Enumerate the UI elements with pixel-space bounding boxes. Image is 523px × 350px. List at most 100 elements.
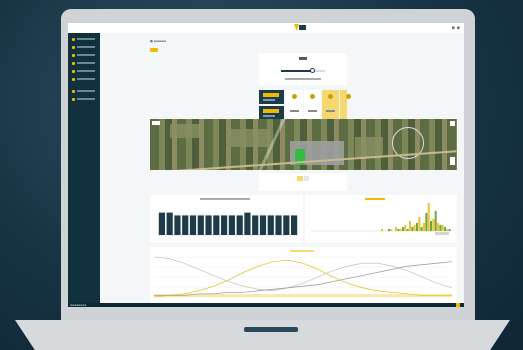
bar [399, 229, 402, 231]
laptop-base [15, 320, 510, 350]
bar-chart [158, 212, 298, 236]
slider-handle[interactable] [309, 68, 315, 73]
bar [182, 215, 189, 235]
widget-tab[interactable] [297, 176, 303, 181]
series-line [153, 256, 453, 292]
bar [404, 225, 407, 231]
bar [275, 215, 282, 235]
sidebar-item-chart[interactable] [72, 61, 95, 65]
baseline-band [154, 294, 452, 297]
sidebar-item-device[interactable] [72, 69, 95, 73]
map-zoom-button[interactable] [450, 157, 455, 165]
sidebar-item-weather[interactable] [72, 77, 95, 81]
bar [228, 215, 235, 235]
bar [267, 215, 274, 235]
bar [291, 215, 298, 235]
map-layer-button[interactable] [152, 121, 160, 125]
control-card [259, 53, 347, 85]
sidebar-item-user[interactable] [72, 97, 95, 101]
slider-fill [281, 70, 312, 72]
bar-chart-panel [150, 195, 303, 243]
control-caption [285, 78, 321, 80]
stat-secondary[interactable] [259, 106, 284, 120]
thermometer-icon [292, 94, 297, 99]
top-bar-actions[interactable]: ▪ ▪ [452, 25, 460, 31]
chart-icon [72, 61, 75, 65]
bar [437, 223, 440, 231]
bar [423, 223, 426, 231]
device-icon [72, 69, 75, 73]
bar [416, 223, 419, 231]
bar [213, 215, 220, 235]
rain-icon [328, 94, 333, 99]
control-title [299, 57, 307, 60]
sidebar-item-map[interactable] [72, 53, 95, 57]
map-icon [72, 53, 75, 57]
bar [236, 215, 243, 235]
main-content: ■ ▪▪▪▪▪▪ [100, 33, 464, 303]
bar [283, 215, 290, 235]
status-bar: ▪▪▪▪▪▪▪▪ [68, 303, 464, 307]
bar [381, 229, 384, 231]
vm-logo-icon[interactable] [294, 24, 306, 31]
bar [244, 212, 251, 235]
sidebar-item-home[interactable] [72, 37, 95, 41]
bar [413, 225, 416, 231]
bar [166, 212, 173, 235]
status-badge[interactable] [150, 48, 158, 52]
bar [197, 215, 204, 235]
sidebar-item-folder[interactable] [72, 45, 95, 49]
app-screen: ▪ ▪ ■ ▪▪▪▪▪▪ ▪▪▪▪▪▪▪▪ [68, 23, 464, 307]
bar [259, 215, 267, 235]
bar [252, 215, 259, 235]
stat-card[interactable] [340, 90, 351, 120]
line-chart-panel [150, 247, 457, 303]
bar [420, 227, 423, 231]
satellite-map[interactable] [150, 119, 457, 170]
bar [444, 227, 447, 231]
bar [402, 227, 405, 231]
bar [388, 229, 391, 231]
stat-primary[interactable] [259, 90, 284, 104]
bar [158, 212, 165, 235]
mini-widget [259, 173, 347, 191]
weather-icon [72, 77, 75, 81]
stat-card[interactable] [304, 90, 321, 120]
bar [434, 211, 437, 231]
status-text: ▪▪▪▪▪▪▪▪ [70, 303, 87, 307]
bar [432, 219, 435, 231]
stat-card[interactable] [286, 90, 303, 120]
line-chart [153, 256, 453, 298]
laptop-notch [244, 327, 298, 332]
sidebar [68, 33, 100, 303]
status-indicator [456, 303, 460, 307]
widget-tab[interactable] [304, 176, 309, 181]
user-icon [72, 97, 75, 101]
bar [406, 229, 409, 231]
stats-row [259, 90, 351, 120]
chart-pager[interactable] [435, 232, 449, 235]
wind-icon [310, 94, 315, 99]
grouped-bar-chart-panel [305, 195, 457, 243]
sun-icon [346, 94, 351, 99]
bar [397, 229, 400, 231]
bar [174, 215, 181, 235]
bar [205, 215, 212, 235]
bar [425, 213, 428, 231]
stat-card[interactable] [322, 90, 339, 120]
bar [439, 225, 442, 231]
bar [418, 217, 421, 231]
sidebar-item-settings[interactable] [72, 89, 95, 93]
bar [189, 215, 197, 235]
breadcrumb: ■ ▪▪▪▪▪▪ [150, 39, 166, 43]
bar [446, 229, 449, 231]
bar [221, 215, 228, 235]
home-icon [72, 37, 75, 41]
folder-icon [72, 45, 75, 49]
grouped-bar-chart [311, 203, 451, 232]
bar [427, 203, 430, 231]
settings-icon [72, 89, 75, 93]
range-slider[interactable] [281, 68, 325, 73]
map-fullscreen-button[interactable] [450, 121, 455, 126]
bar [409, 221, 412, 231]
